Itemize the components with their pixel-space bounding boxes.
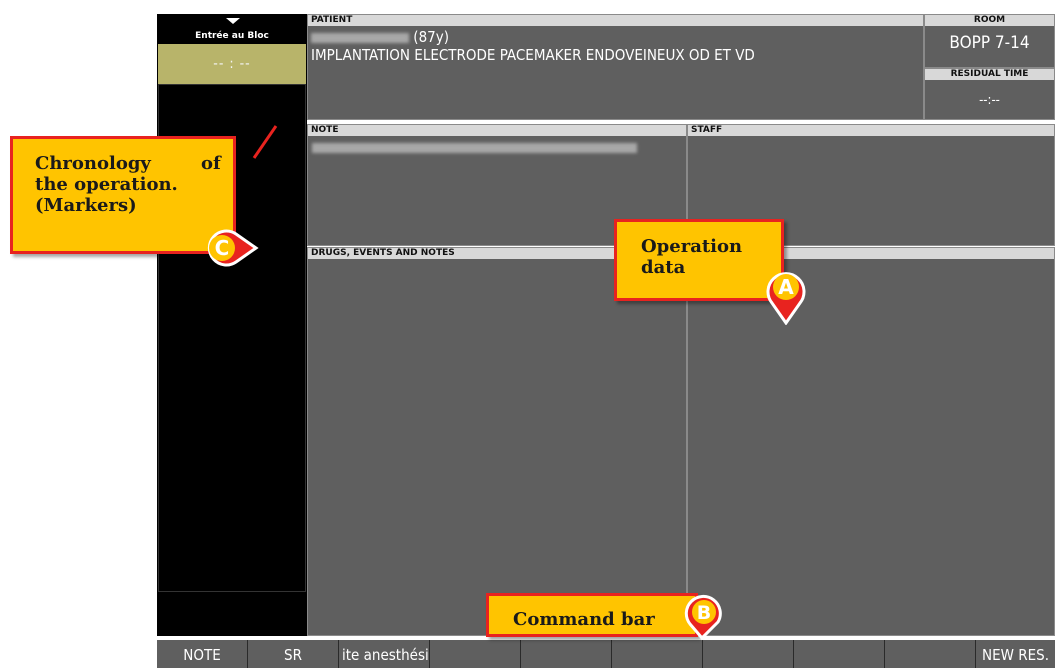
pin-b-letter: B <box>697 602 711 624</box>
callout-chronology-line1: Chronology of <box>35 153 221 174</box>
sr-button[interactable]: SR <box>248 640 339 668</box>
command-button-4[interactable] <box>430 640 521 668</box>
drugs-events-panel[interactable]: DRUGS, EVENTS AND NOTES <box>307 247 687 636</box>
callout-operation-data: Operation data <box>614 219 784 301</box>
patient-panel: PATIENT (87y) IMPLANTATION ELECTRODE PAC… <box>307 14 924 120</box>
staff-header: STAFF <box>688 125 1054 136</box>
pin-a-letter: A <box>778 275 794 299</box>
callout-command-bar: Command bar <box>486 593 698 637</box>
residual-time-value: --:-- <box>979 93 1000 108</box>
entry-time-value: -- : -- <box>213 56 251 72</box>
command-button-7[interactable] <box>703 640 794 668</box>
marker-pin-a-icon: A <box>766 272 806 325</box>
timeline-header-label: Entrée au Bloc <box>195 31 269 41</box>
anesthesia-visit-button[interactable]: ite anesthésic <box>339 640 430 668</box>
note-header: NOTE <box>308 125 686 136</box>
new-resource-button[interactable]: NEW RES. <box>976 640 1055 668</box>
note-button[interactable]: NOTE <box>157 640 248 668</box>
note-text-redacted <box>312 143 637 153</box>
patient-header: PATIENT <box>308 15 923 26</box>
residual-time-header: RESIDUAL TIME <box>925 69 1054 80</box>
resources-panel[interactable]: RESOURCES <box>687 247 1055 636</box>
room-value: BOPP 7-14 <box>949 33 1030 53</box>
command-bar: NOTE SR ite anesthésic NEW RES. <box>157 640 1055 668</box>
callout-command-bar-text: Command bar <box>513 609 655 630</box>
pointer-line-icon <box>252 125 278 159</box>
marker-pin-c-icon: C <box>207 229 259 267</box>
patient-name-redacted <box>311 32 409 43</box>
residual-time-panel: RESIDUAL TIME --:-- <box>924 68 1055 120</box>
callout-chronology-line2: the operation. <box>35 174 178 195</box>
timeline-column[interactable]: Entrée au Bloc -- : -- <box>157 14 307 636</box>
room-header: ROOM <box>925 15 1054 26</box>
entry-time-field[interactable]: -- : -- <box>158 44 306 84</box>
pin-c-letter: C <box>215 236 230 260</box>
marker-pin-b-icon: B <box>684 594 722 641</box>
patient-age: (87y) <box>413 28 449 46</box>
callout-chronology-line3: (Markers) <box>35 195 137 216</box>
dropdown-arrow-icon[interactable] <box>226 18 240 24</box>
command-button-9[interactable] <box>885 640 976 668</box>
command-button-6[interactable] <box>612 640 703 668</box>
room-panel: ROOM BOPP 7-14 <box>924 14 1055 68</box>
procedure-text: IMPLANTATION ELECTRODE PACEMAKER ENDOVEI… <box>311 46 755 64</box>
callout-operation-data-text: Operation data <box>641 236 743 278</box>
patient-name-line: (87y) <box>311 29 449 46</box>
command-button-5[interactable] <box>521 640 612 668</box>
command-button-8[interactable] <box>794 640 885 668</box>
